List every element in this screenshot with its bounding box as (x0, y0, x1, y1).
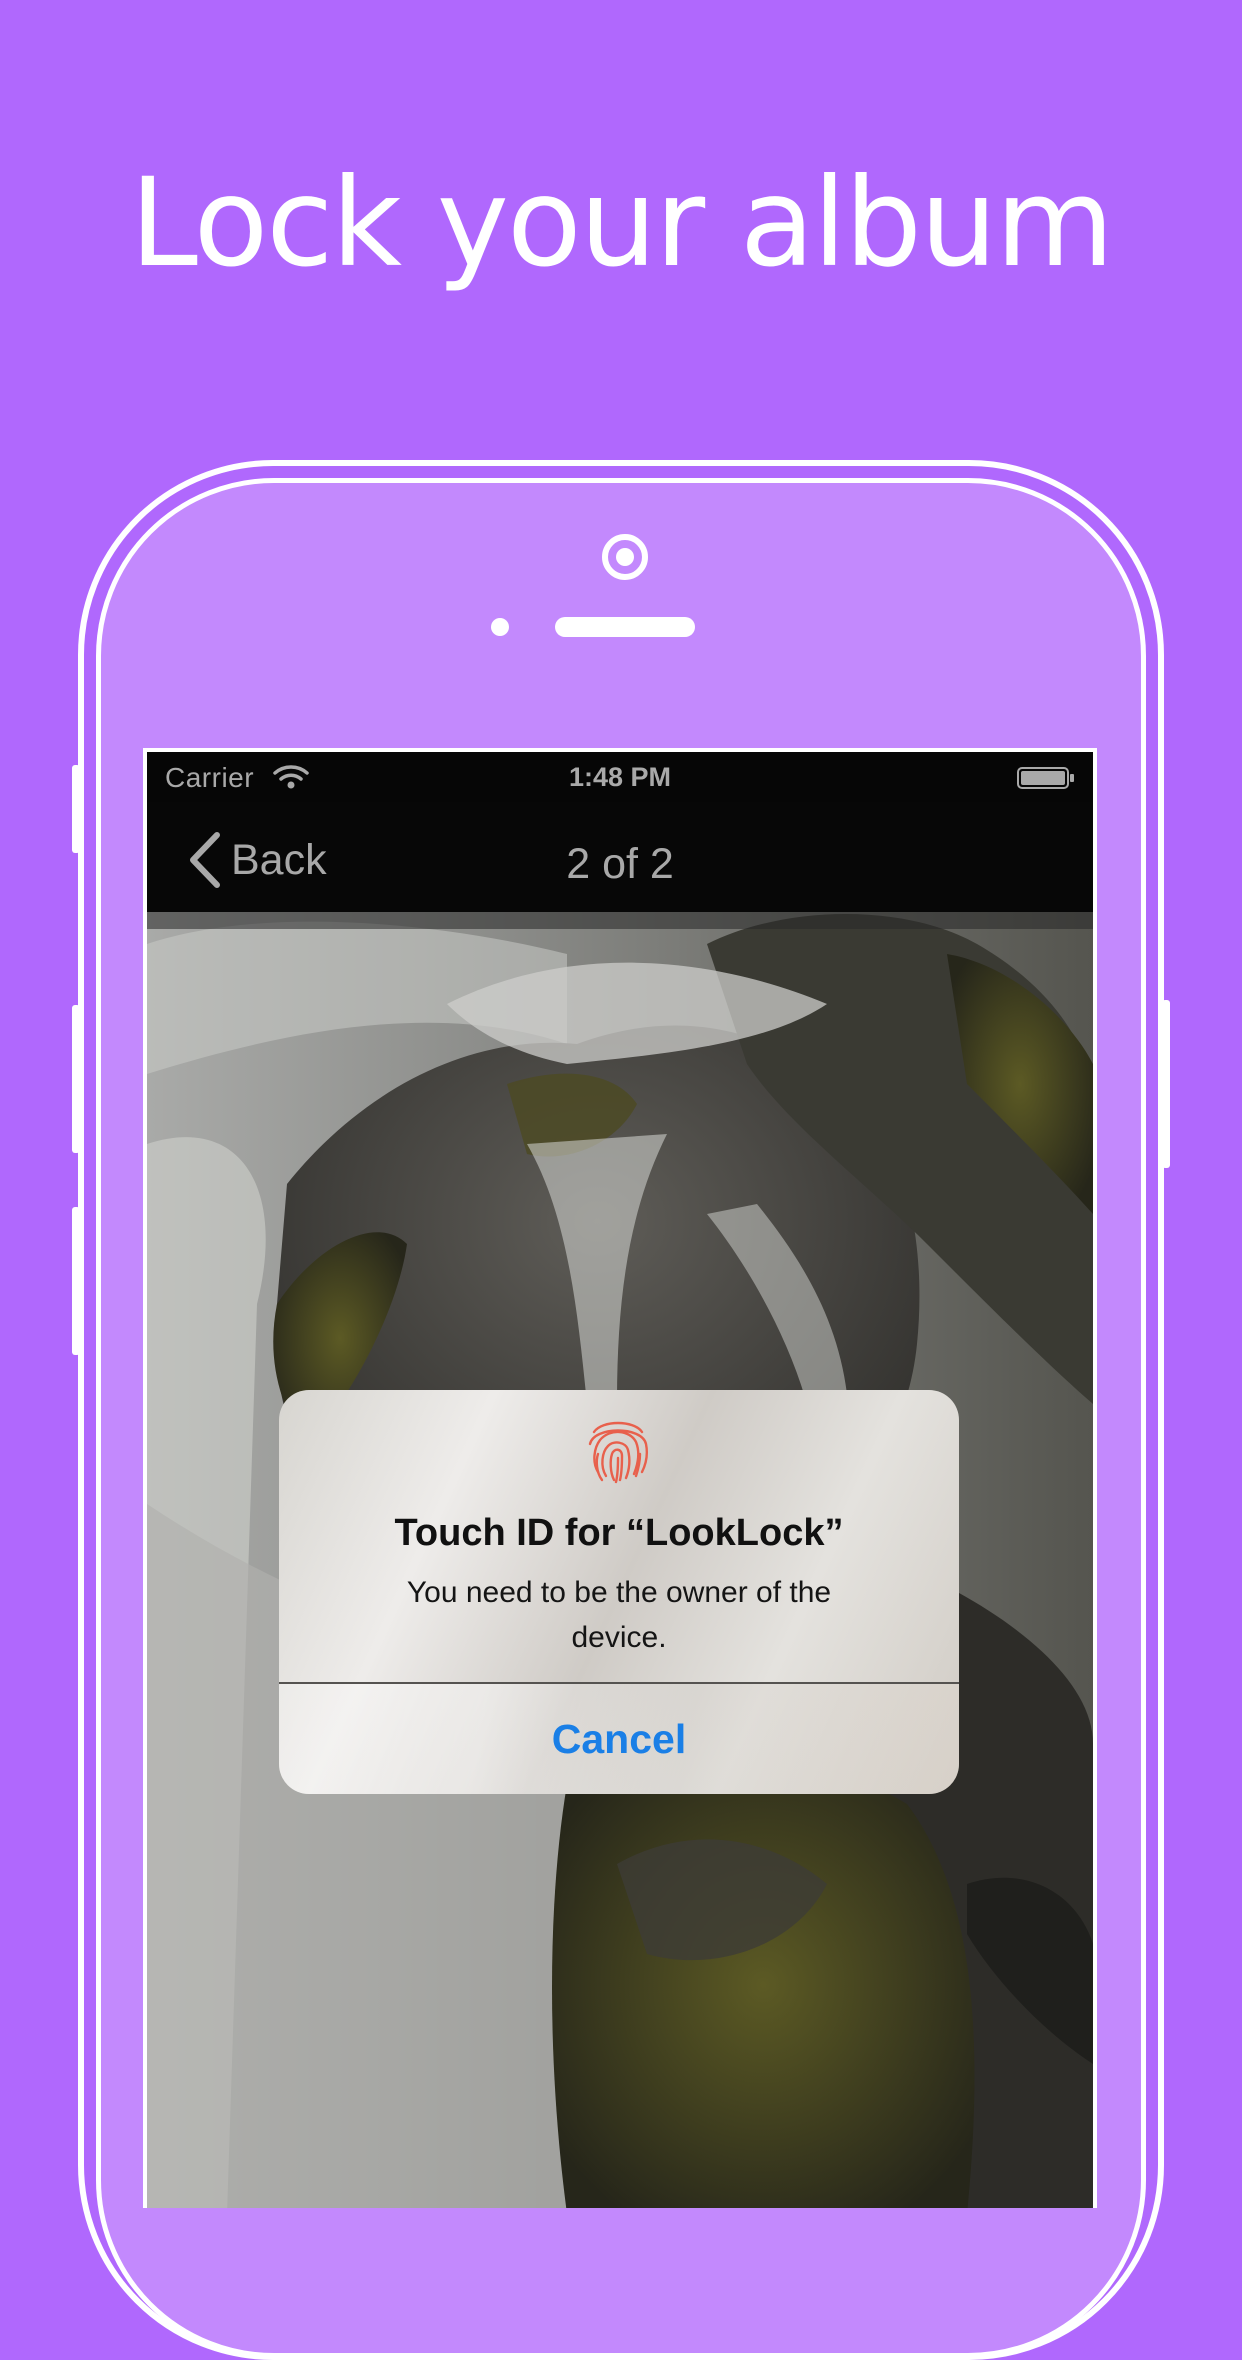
cancel-button[interactable]: Cancel (279, 1684, 959, 1794)
headline: Lock your album (129, 152, 1114, 294)
status-time: 1:48 PM (568, 762, 672, 792)
status-bar: Carrier 1:48 PM (147, 752, 1093, 802)
earpiece-speaker (555, 617, 695, 637)
navigation-bar: Back 2 of 2 (147, 802, 1093, 912)
fingerprint-icon (588, 1421, 648, 1484)
front-camera (602, 534, 648, 580)
touch-id-alert: Touch ID for “LookLock” You need to be t… (279, 1390, 959, 1794)
side-button-volume-down (72, 1207, 80, 1355)
side-button-volume-up (72, 1005, 80, 1153)
side-button-mute (72, 765, 80, 853)
alert-title: Touch ID for “LookLock” (394, 1512, 844, 1554)
nav-title: 2 of 2 (566, 840, 674, 888)
side-button-power (1162, 1000, 1170, 1168)
proximity-sensor (491, 618, 509, 636)
battery-icon (1017, 767, 1074, 789)
alert-message: You need to be the owner of the device. (406, 1576, 832, 1654)
